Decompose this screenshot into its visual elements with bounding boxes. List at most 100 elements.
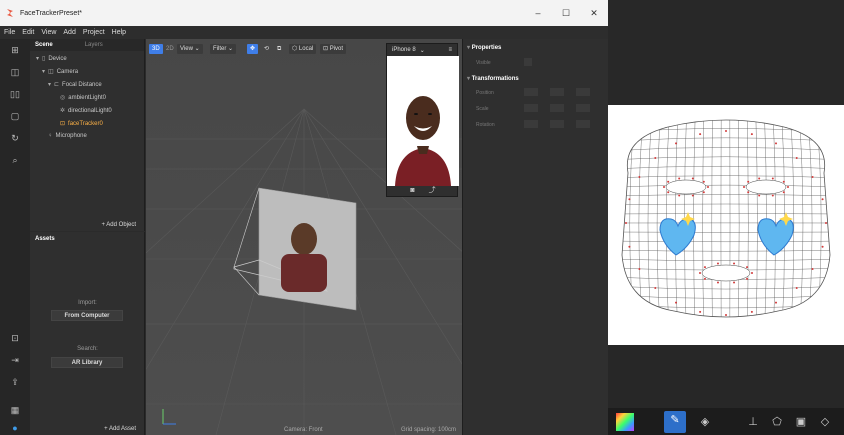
- add-asset-button[interactable]: + Add Asset: [104, 426, 136, 432]
- menu-edit[interactable]: Edit: [22, 29, 34, 36]
- layers-icon[interactable]: ◇: [816, 413, 834, 431]
- stamp-icon[interactable]: ⬠: [768, 413, 786, 431]
- refresh-icon[interactable]: ↻: [9, 132, 21, 144]
- rotation-z-field[interactable]: [576, 120, 590, 128]
- tree-item-label: ambientLight0: [68, 95, 106, 101]
- properties-panel: ▾ Properties Visible ▾ Transformations P…: [462, 39, 608, 435]
- local-label: Local: [298, 46, 314, 52]
- tree-item-camera[interactable]: ▾ ◫ Camera: [42, 68, 78, 75]
- chevron-down-icon: ▾: [48, 82, 52, 88]
- camera-icon[interactable]: ◫: [9, 66, 21, 78]
- import-icon[interactable]: ⊡: [9, 332, 21, 344]
- rotate-tool-icon[interactable]: ⟲: [261, 44, 272, 54]
- transformations-header[interactable]: ▾ Transformations: [467, 75, 519, 82]
- tree-item-face-tracker[interactable]: ⊡ faceTracker0: [60, 120, 103, 127]
- grid-icon[interactable]: ▦: [9, 404, 21, 416]
- local-button[interactable]: ⬡ Local: [289, 44, 317, 54]
- position-label: Position: [476, 90, 494, 96]
- rotate-device-icon[interactable]: ⤴: [429, 185, 436, 195]
- device-name: iPhone 8: [392, 47, 416, 53]
- directional-light-icon: ✲: [60, 108, 66, 114]
- device-preview[interactable]: iPhone 8 ⌄ ≡ ◙ ⤴: [386, 43, 459, 197]
- search-icon[interactable]: ⌕: [9, 154, 21, 166]
- square-icon[interactable]: ▢: [9, 110, 21, 122]
- import-label: Import:: [78, 300, 97, 306]
- position-y-field[interactable]: [550, 88, 564, 96]
- image-icon[interactable]: ▣: [792, 413, 810, 431]
- filter-dropdown[interactable]: Filter ⌄: [210, 44, 237, 54]
- upload-icon[interactable]: ⇪: [9, 376, 21, 388]
- tab-scene[interactable]: Scene: [30, 42, 58, 48]
- move-tool-icon[interactable]: ✥: [247, 44, 259, 54]
- menu-icon[interactable]: ≡: [448, 47, 452, 53]
- window-title: FaceTrackerPreset*: [20, 9, 82, 17]
- scale-y-field[interactable]: [550, 104, 564, 112]
- grid-spacing-label: Grid spacing: 100cm: [400, 427, 456, 433]
- tree-item-label: faceTracker0: [68, 121, 103, 127]
- face-texture-editor: ✎ ◈ ⊥ ⬠ ▣ ◇: [608, 0, 844, 435]
- mode-2d-button[interactable]: 2D: [163, 44, 177, 54]
- tree-item-ambient-light[interactable]: ◎ ambientLight0: [60, 94, 106, 101]
- tree-item-microphone[interactable]: ♀ Microphone: [48, 133, 87, 139]
- properties-header[interactable]: ▾ Properties: [467, 44, 501, 51]
- screenshot-icon[interactable]: ◙: [410, 187, 414, 194]
- patch-icon[interactable]: ▯▯: [9, 88, 21, 100]
- transformations-header-label: Transformations: [471, 76, 519, 82]
- eraser-icon[interactable]: ◈: [696, 413, 714, 431]
- visible-checkbox[interactable]: [524, 58, 532, 66]
- scene-icon[interactable]: ⊞: [9, 44, 21, 56]
- scene-panel: Scene Layers ▾ ▯ Device ▾ ◫ Camera ▾ ⊏ Focal D…: [30, 39, 145, 231]
- scale-tool-icon[interactable]: ⧉: [274, 44, 284, 54]
- editor-toolbar: ✎ ◈ ⊥ ⬠ ▣ ◇: [608, 408, 844, 435]
- left-toolbar: ⊞ ◫ ▯▯ ▢ ↻ ⌕ ⊡ ⇥ ⇪ ▦ ●: [0, 39, 30, 435]
- tree-item-directional-light[interactable]: ✲ directionalLight0: [60, 107, 112, 114]
- close-button[interactable]: ✕: [580, 0, 608, 26]
- pivot-icon: ⊡: [323, 46, 329, 52]
- tree-item-focal-distance[interactable]: ▾ ⊏ Focal Distance: [48, 81, 102, 88]
- tree-item-label: directionalLight0: [68, 108, 112, 114]
- heart-sticker-icon: [659, 212, 696, 256]
- scale-z-field[interactable]: [576, 104, 590, 112]
- menu-add[interactable]: Add: [63, 29, 75, 36]
- chevron-down-icon: ▾: [42, 69, 46, 75]
- tree-item-label: Focal Distance: [62, 82, 102, 88]
- maximize-button[interactable]: ☐: [552, 0, 580, 26]
- menu-view[interactable]: View: [41, 29, 56, 36]
- rotation-y-field[interactable]: [550, 120, 564, 128]
- camera-preview: [387, 56, 459, 186]
- avatar-icon[interactable]: ●: [9, 422, 21, 434]
- menu-file[interactable]: File: [4, 29, 15, 36]
- from-computer-button[interactable]: From Computer: [51, 310, 123, 321]
- brush-icon[interactable]: ✎: [664, 411, 686, 433]
- scale-x-field[interactable]: [524, 104, 538, 112]
- minimize-button[interactable]: –: [524, 0, 552, 26]
- rotation-label: Rotation: [476, 122, 495, 128]
- login-icon[interactable]: ⇥: [9, 354, 21, 366]
- face-mesh-canvas[interactable]: [608, 105, 844, 345]
- tree-item-label: Camera: [56, 69, 79, 75]
- ar-library-button[interactable]: AR Library: [51, 357, 123, 368]
- local-icon: ⬡: [292, 46, 298, 52]
- editor-top-area: [608, 0, 844, 105]
- menu-bar: File Edit View Add Project Help: [0, 26, 608, 39]
- search-label: Search:: [77, 346, 98, 352]
- assets-title: Assets: [35, 236, 55, 242]
- position-x-field[interactable]: [524, 88, 538, 96]
- rotation-x-field[interactable]: [524, 120, 538, 128]
- tab-layers[interactable]: Layers: [80, 42, 108, 48]
- position-z-field[interactable]: [576, 88, 590, 96]
- device-selector[interactable]: iPhone 8 ⌄ ≡: [387, 44, 457, 56]
- pivot-button[interactable]: ⊡ Pivot: [320, 44, 347, 54]
- mode-3d-button[interactable]: 3D: [149, 44, 163, 54]
- menu-project[interactable]: Project: [83, 29, 105, 36]
- anchor-icon[interactable]: ⊥: [744, 413, 762, 431]
- add-object-button[interactable]: + Add Object: [101, 222, 136, 228]
- assets-panel: Assets Import: From Computer Search: AR …: [30, 232, 145, 435]
- focal-distance-icon: ⊏: [54, 82, 60, 88]
- color-picker-icon[interactable]: [616, 413, 634, 431]
- microphone-icon: ♀: [48, 133, 53, 139]
- tree-item-device[interactable]: ▾ ▯ Device: [36, 55, 67, 62]
- chevron-down-icon: ▾: [36, 56, 40, 62]
- view-dropdown[interactable]: View ⌄: [177, 44, 203, 54]
- menu-help[interactable]: Help: [112, 29, 126, 36]
